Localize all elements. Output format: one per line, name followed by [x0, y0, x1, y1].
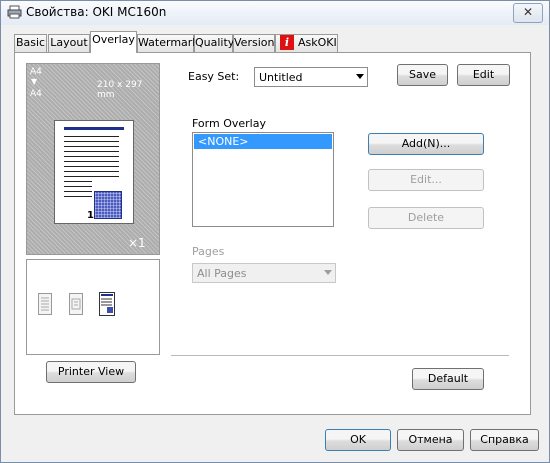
- help-button[interactable]: Справка: [470, 429, 539, 451]
- close-button[interactable]: ✕: [513, 3, 543, 23]
- dropdown-arrow-icon: [356, 74, 364, 79]
- text-line: [64, 156, 119, 157]
- text-line: [64, 151, 119, 152]
- edit-easy-set-button[interactable]: Edit: [457, 64, 510, 86]
- text-line: [64, 196, 92, 197]
- text-line: [64, 171, 119, 172]
- text-line: [64, 161, 119, 162]
- list-item[interactable]: <NONE>: [194, 134, 332, 149]
- text-line: [64, 141, 119, 142]
- easy-set-select[interactable]: Untitled: [254, 67, 368, 87]
- overlay-thumb-icon: [99, 292, 115, 316]
- text-line: [64, 186, 92, 187]
- document-thumb-icon: [38, 293, 52, 315]
- ok-button[interactable]: OK: [325, 429, 391, 451]
- title-bar: Свойства: OKI MC160n ✕: [1, 1, 549, 25]
- edit-overlay-button[interactable]: Edit...: [368, 169, 484, 191]
- paper-size-source: A4: [30, 67, 42, 77]
- page-number: 1: [87, 210, 94, 221]
- tab-quality[interactable]: Quality: [194, 34, 234, 52]
- window-title: Свойства: OKI MC160n: [26, 5, 167, 19]
- text-line: [64, 181, 92, 182]
- paper-size-target: A4: [30, 89, 42, 99]
- paper-dimensions: 210 x 297 mm: [97, 80, 143, 100]
- delete-overlay-button[interactable]: Delete: [368, 207, 484, 229]
- save-button[interactable]: Save: [397, 64, 448, 86]
- tab-overlay[interactable]: Overlay: [90, 31, 137, 53]
- printer-properties-window: Свойства: OKI MC160n ✕ Basic Layout Over…: [0, 0, 550, 463]
- form-overlay-label: Form Overlay: [192, 117, 266, 130]
- cancel-button[interactable]: Отмена: [397, 429, 464, 451]
- preview-page: 1: [54, 120, 134, 224]
- arrow-down-icon: ▼: [31, 77, 38, 86]
- add-overlay-button[interactable]: Add(N)...: [368, 133, 484, 155]
- printer-icon: [7, 5, 22, 19]
- overlay-block: [94, 191, 122, 219]
- default-button[interactable]: Default: [412, 368, 484, 390]
- printer-view-button[interactable]: Printer View: [46, 361, 136, 383]
- dropdown-arrow-icon: [324, 270, 332, 275]
- layout-thumbnails: [26, 259, 160, 355]
- tab-basic[interactable]: Basic: [14, 34, 47, 52]
- divider: [171, 355, 509, 356]
- tab-askoki[interactable]: i AskOKI: [275, 34, 338, 52]
- info-icon: i: [280, 35, 294, 50]
- text-line: [64, 136, 119, 137]
- form-overlay-list[interactable]: <NONE>: [192, 132, 334, 227]
- pages-select[interactable]: All Pages: [192, 263, 336, 283]
- close-icon: ✕: [522, 5, 534, 19]
- text-line: [64, 191, 92, 192]
- print-preview: A4 ▼ A4 210 x 297 mm 1 ×1: [26, 63, 160, 255]
- text-line: [64, 176, 119, 177]
- pages-value: All Pages: [197, 267, 247, 280]
- tab-layout[interactable]: Layout: [48, 34, 90, 52]
- tab-watermark[interactable]: Watermark: [137, 34, 199, 52]
- easy-set-value: Untitled: [259, 71, 303, 84]
- watermark-thumb-icon: [69, 293, 83, 315]
- page-header-bar: [64, 127, 124, 130]
- text-line: [64, 166, 119, 167]
- copies-count: ×1: [128, 236, 146, 250]
- tab-version[interactable]: Version: [233, 34, 275, 52]
- pages-label: Pages: [192, 245, 225, 258]
- text-line: [64, 146, 119, 147]
- easy-set-label: Easy Set:: [188, 70, 240, 83]
